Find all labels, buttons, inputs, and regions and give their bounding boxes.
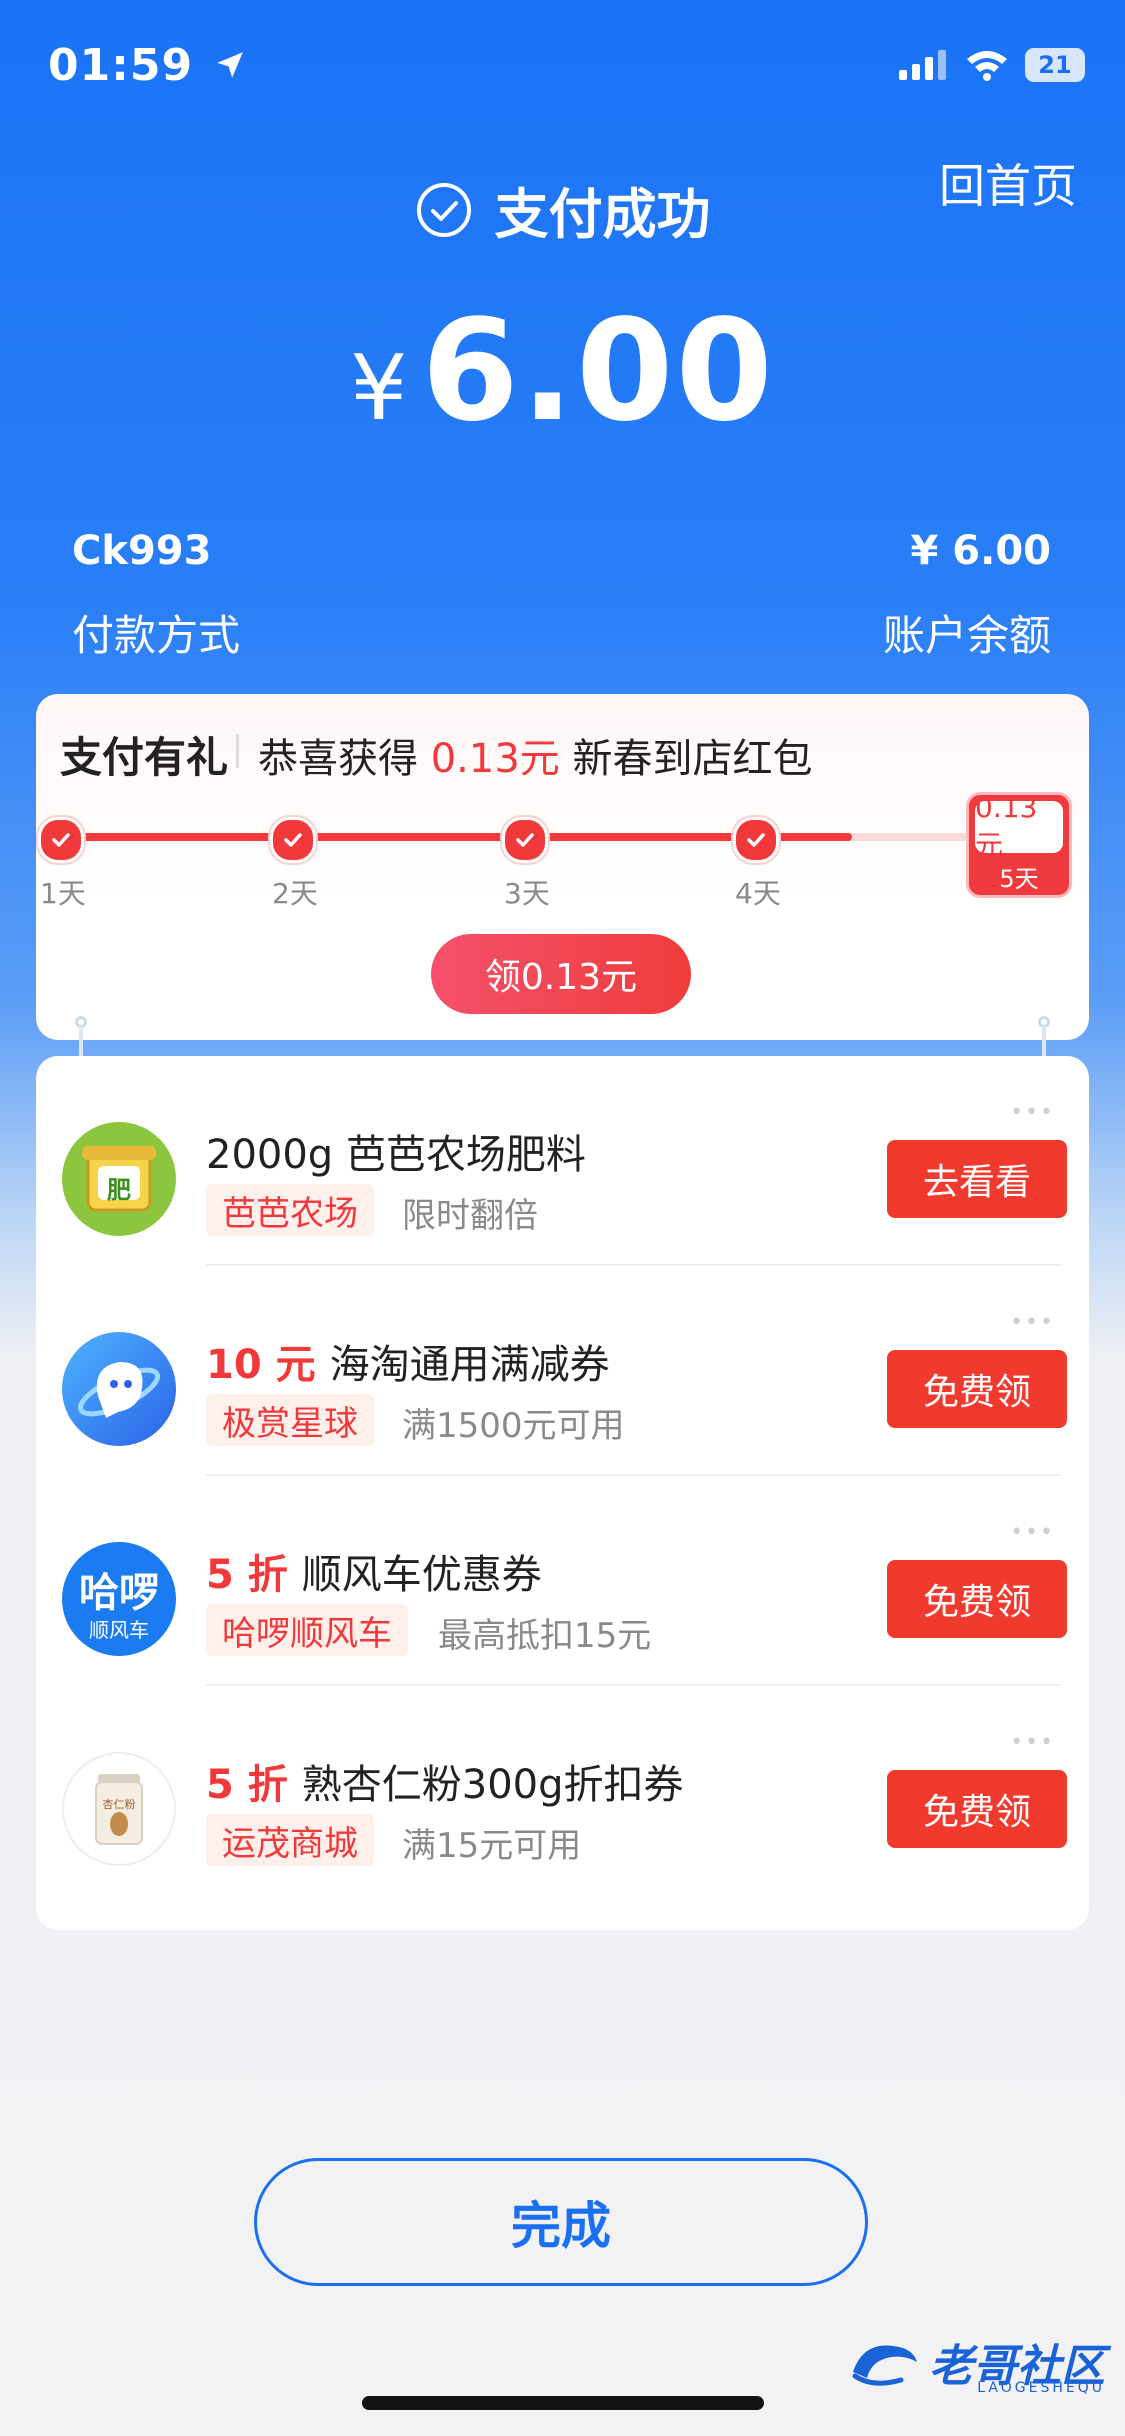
offer-item: ••• 肥 2000g 芭芭农场肥料 芭芭农场 限时翻倍 去看看 <box>36 1056 1089 1266</box>
claim-coupon-button[interactable]: 免费领 <box>887 1770 1067 1848</box>
reward-day: 5天 <box>999 865 1039 893</box>
offer-subtitle: 限时翻倍 <box>402 1196 538 1236</box>
offer-subtitle: 满15元可用 <box>402 1826 582 1866</box>
location-arrow-icon <box>217 52 244 78</box>
more-options-icon[interactable]: ••• <box>1010 1100 1055 1125</box>
payment-method-label: 付款方式 <box>72 611 241 660</box>
offer-tag: 哈啰顺风车 <box>206 1604 408 1656</box>
day-4-check-icon <box>733 817 779 863</box>
hello-logo-icon: 哈啰 顺风车 <box>62 1542 176 1656</box>
offer-title: 10 元海淘通用满减券 <box>206 1342 610 1388</box>
view-offer-button[interactable]: 去看看 <box>887 1140 1067 1218</box>
offer-tag: 运茂商城 <box>206 1814 374 1866</box>
claim-coupon-button[interactable]: 免费领 <box>887 1560 1067 1638</box>
status-time: 01:59 <box>48 40 247 91</box>
balance-label: 账户余额 <box>882 611 1051 660</box>
day-3-label: 3天 <box>504 877 550 910</box>
claim-coupon-button[interactable]: 免费领 <box>887 1350 1067 1428</box>
day-2-check-icon <box>270 817 316 863</box>
day-1-label: 1天 <box>40 877 86 910</box>
offer-tag: 极赏星球 <box>206 1394 374 1446</box>
gift-title: 支付有礼 <box>60 733 229 782</box>
battery-icon: 21 <box>1025 48 1085 82</box>
done-button[interactable]: 完成 <box>254 2158 868 2286</box>
amount-value: 6.00 <box>421 290 775 453</box>
home-indicator <box>362 2396 764 2410</box>
fertilizer-bag-icon: 肥 <box>62 1122 176 1236</box>
offer-title: 5 折熟杏仁粉300g折扣券 <box>206 1762 684 1808</box>
offer-title: 2000g 芭芭农场肥料 <box>206 1132 586 1178</box>
day-2-label: 2天 <box>272 877 318 910</box>
day-1-check-icon <box>38 817 84 863</box>
balance-value: ¥ 6.00 <box>910 528 1051 574</box>
claim-red-packet-button[interactable]: 领0.13元 <box>431 934 691 1014</box>
offer-subtitle: 最高抵扣15元 <box>438 1616 652 1656</box>
wifi-icon <box>967 51 1007 81</box>
more-options-icon[interactable]: ••• <box>1010 1310 1055 1335</box>
gift-card: 支付有礼 恭喜获得 0.13元 新春到店红包 1天 2天 3天 4天 0.13元… <box>36 694 1089 1040</box>
day-4-label: 4天 <box>735 877 781 910</box>
payment-amount: ¥ 6.00 <box>0 290 1125 453</box>
offer-tag: 芭芭农场 <box>206 1184 374 1236</box>
watermark-logo: 老哥社区 LAOGESHEQU <box>843 2330 1105 2396</box>
status-icons: 21 <box>899 48 1085 82</box>
more-options-icon[interactable]: ••• <box>1010 1520 1055 1545</box>
offer-item: ••• 哈啰 顺风车 5 折顺风车优惠券 哈啰顺风车 最高抵扣15元 免费领 <box>36 1476 1089 1686</box>
offer-item: ••• 10 元海淘通用满减券 极赏星球 满1500元可用 免费领 <box>36 1266 1089 1476</box>
check-circle-icon <box>416 182 471 237</box>
offers-card: ••• 肥 2000g 芭芭农场肥料 芭芭农场 限时翻倍 去看看 ••• 10 … <box>36 1056 1089 1930</box>
reward-value: 0.13元 <box>975 791 1063 862</box>
gift-description: 恭喜获得 0.13元 新春到店红包 <box>258 736 813 782</box>
almond-jar-icon: 杏仁粉 <box>62 1752 176 1866</box>
offer-subtitle: 满1500元可用 <box>402 1406 625 1446</box>
day-5-reward: 0.13元 5天 <box>966 791 1072 898</box>
currency-symbol: ¥ <box>350 336 408 441</box>
payment-title: 支付成功 <box>0 170 1125 249</box>
more-options-icon[interactable]: ••• <box>1010 1730 1055 1755</box>
day-3-check-icon <box>502 817 548 863</box>
offer-item: ••• 杏仁粉 5 折熟杏仁粉300g折扣券 运茂商城 满15元可用 免费领 <box>36 1686 1089 1896</box>
payment-method-value: Ck993 <box>72 528 212 574</box>
divider <box>236 734 239 768</box>
offer-title: 5 折顺风车优惠券 <box>206 1552 542 1598</box>
title-text: 支付成功 <box>494 183 711 246</box>
signal-icon <box>899 50 946 80</box>
planet-mascot-icon <box>62 1332 176 1446</box>
dragon-icon <box>852 2345 917 2386</box>
